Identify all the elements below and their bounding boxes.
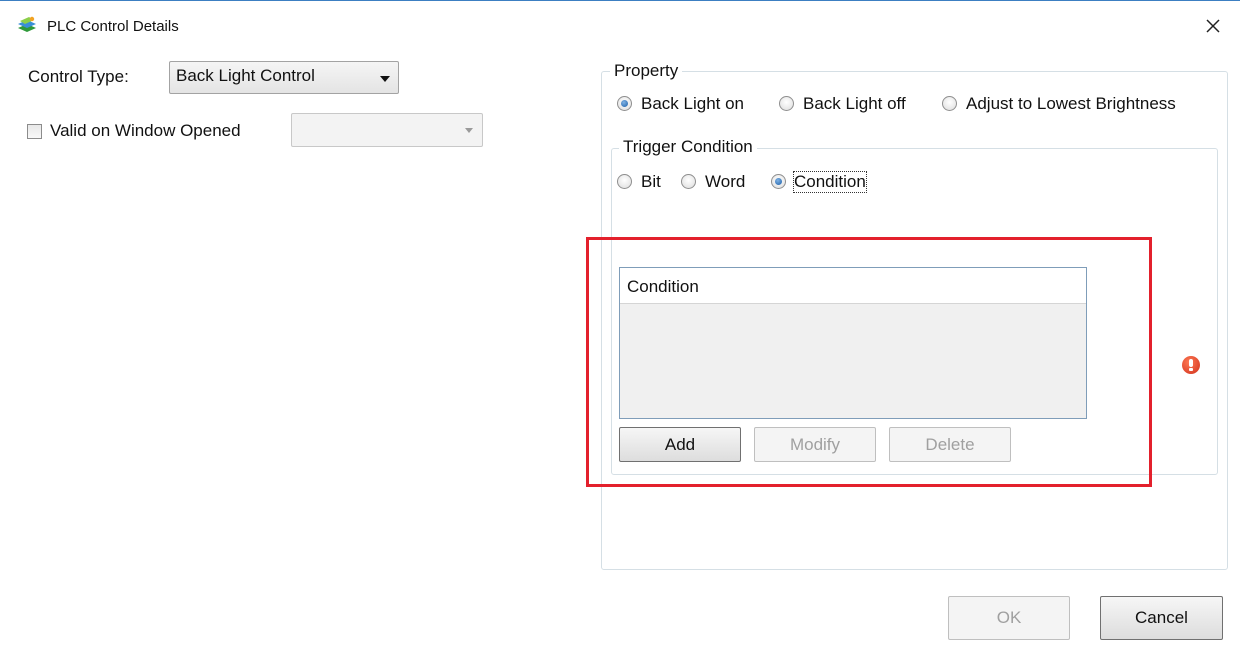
condition-list[interactable]: Condition (619, 267, 1087, 419)
trigger-condition-group-title: Trigger Condition (619, 137, 757, 157)
back-light-off-label: Back Light off (803, 94, 906, 113)
window-title: PLC Control Details (47, 18, 179, 35)
delete-button[interactable]: Delete (889, 427, 1011, 462)
valid-on-window-opened-label: Valid on Window Opened (50, 121, 241, 140)
chevron-down-icon (380, 76, 390, 82)
cancel-button[interactable]: Cancel (1100, 596, 1223, 640)
back-light-off-radio[interactable] (779, 96, 794, 111)
word-label: Word (705, 172, 746, 191)
control-type-label: Control Type: (28, 67, 129, 86)
condition-radio[interactable] (771, 174, 786, 189)
condition-list-header[interactable]: Condition (620, 268, 1086, 304)
title-bar: PLC Control Details (0, 1, 1240, 41)
word-radio[interactable] (681, 174, 696, 189)
window-select[interactable] (291, 113, 483, 147)
plc-control-details-dialog: PLC Control Details Control Type: Back L… (0, 0, 1240, 651)
chevron-down-icon (465, 128, 473, 133)
add-button[interactable]: Add (619, 427, 741, 462)
plc-app-icon (16, 15, 38, 35)
back-light-on-radio[interactable] (617, 96, 632, 111)
control-type-select[interactable]: Back Light Control (169, 61, 399, 94)
condition-column-header: Condition (627, 277, 699, 296)
valid-on-window-opened-checkbox[interactable] (27, 124, 42, 139)
modify-button[interactable]: Modify (754, 427, 876, 462)
property-group-title: Property (610, 61, 683, 81)
condition-label: Condition (793, 171, 867, 193)
adjust-lowest-brightness-label: Adjust to Lowest Brightness (966, 94, 1176, 113)
control-type-value: Back Light Control (176, 66, 315, 85)
bit-label: Bit (641, 172, 661, 191)
adjust-lowest-brightness-radio[interactable] (942, 96, 957, 111)
error-icon (1182, 356, 1200, 374)
back-light-on-label: Back Light on (641, 94, 745, 113)
ok-button[interactable]: OK (948, 596, 1070, 640)
bit-radio[interactable] (617, 174, 632, 189)
close-icon[interactable] (1200, 13, 1226, 39)
